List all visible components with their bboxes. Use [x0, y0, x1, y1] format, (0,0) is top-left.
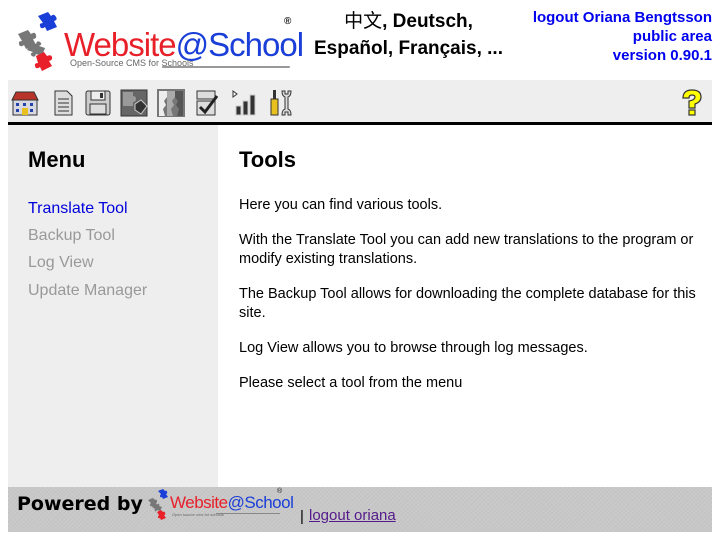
floppy-disk-icon[interactable] [83, 88, 113, 118]
bar-chart-icon[interactable] [230, 88, 260, 118]
logo-brand-part2: @School [175, 26, 304, 63]
version-link[interactable]: version 0.90.1 [613, 47, 712, 64]
footer-logo[interactable]: Website@School ® Open source cms for sch… [146, 488, 294, 520]
logo-tagline: Open-Source CMS for Schools [70, 58, 194, 68]
page-title: Tools [239, 147, 297, 172]
intro-paragraph: Here you can find various tools. [239, 197, 443, 213]
users-icon[interactable] [156, 88, 186, 118]
footer-logo-tagline: Open source cms for schools [172, 512, 224, 517]
public-area-link[interactable]: public area [633, 28, 712, 45]
footer-registered-mark: ® [277, 488, 283, 495]
footer-logo-wordmark: Website@School [170, 493, 294, 513]
website-at-school-logo[interactable]: Website@School ® Open-Source CMS for Sch… [14, 10, 304, 72]
school-building-icon[interactable] [10, 88, 40, 118]
menu-item-log-view[interactable]: Log View [28, 254, 94, 272]
select-tool-prompt: Please select a tool from the menu [239, 375, 463, 391]
document-icon[interactable] [48, 88, 78, 118]
menu-item-update-manager[interactable]: Update Manager [28, 282, 147, 300]
sidebar-menu: Menu Translate Tool Backup Tool Log View… [8, 125, 218, 487]
backup-tool-description: The Backup Tool allows for downloading t… [239, 286, 696, 321]
help-question-icon[interactable] [676, 88, 706, 118]
puzzle-pieces-icon [18, 12, 57, 71]
log-view-description: Log View allows you to browse through lo… [239, 340, 588, 356]
tools-icon[interactable] [266, 88, 296, 118]
menu-item-translate-tool[interactable]: Translate Tool [28, 200, 128, 218]
powered-by-label: Powered by [17, 493, 143, 515]
footer-logout-link[interactable]: logout oriana [309, 507, 396, 524]
logout-user-link[interactable]: logout Oriana Bengtsson [533, 9, 712, 26]
page-footer: Powered by Website@School ® Open source … [8, 487, 712, 532]
page-header: Website@School ® Open-Source CMS for Sch… [8, 0, 712, 79]
language-list-1[interactable]: , Deutsch, [382, 11, 473, 32]
footer-logo-part2: @School [227, 493, 294, 512]
user-info: logout Oriana Bengtsson public area vers… [533, 8, 712, 65]
language-selector[interactable]: 中文, Deutsch, Español, Français, ... [301, 8, 516, 62]
menu-title: Menu [28, 147, 86, 172]
language-chinese[interactable]: 中文 [344, 11, 382, 32]
language-line-1: 中文, Deutsch, [301, 8, 516, 35]
checklist-icon[interactable] [192, 88, 222, 118]
admin-toolbar [8, 80, 712, 123]
translate-tool-description: With the Translate Tool you can add new … [239, 232, 694, 267]
footer-logo-part1: Website [170, 493, 228, 512]
puzzle-icon[interactable] [119, 88, 149, 118]
menu-item-backup-tool[interactable]: Backup Tool [28, 227, 115, 245]
footer-puzzle-icon [148, 489, 168, 520]
footer-logo-swoosh [216, 513, 280, 514]
footer-separator: | [300, 508, 304, 525]
registered-mark: ® [284, 16, 292, 27]
language-line-2[interactable]: Español, Français, ... [301, 35, 516, 62]
